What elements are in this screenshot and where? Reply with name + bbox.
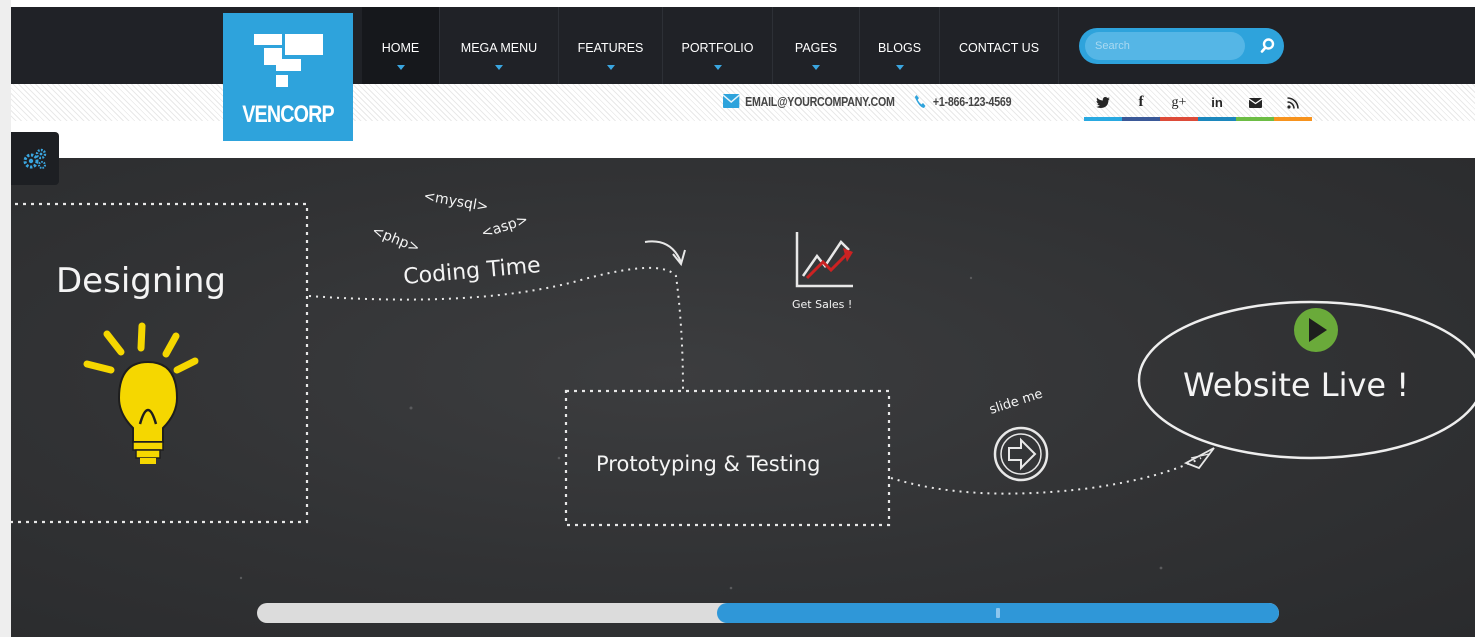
lightbulb-icon [83, 322, 199, 464]
twitter-icon [1096, 96, 1110, 108]
rss-link[interactable] [1274, 84, 1312, 121]
logo-text: VENCORP [242, 101, 334, 128]
search-input[interactable] [1085, 32, 1245, 60]
main-nav: HOME MEGA MENU FEATURES PORTFOLIO PAGES … [362, 7, 1059, 84]
designing-label: Designing [56, 261, 226, 301]
curl-arrow-icon [644, 240, 682, 263]
facebook-color-bar [1122, 117, 1160, 121]
nav-item-label: BLOGS [877, 41, 922, 55]
caret-down-icon [713, 65, 722, 70]
left-gutter [0, 0, 11, 637]
phone-text: +1-866-123-4569 [932, 93, 1012, 109]
nav-item-label: CONTACT US [958, 41, 1040, 55]
nav-item-label: HOME [381, 41, 420, 55]
caret-down-icon [396, 65, 405, 70]
nav-item-label: MEGA MENU [460, 41, 538, 55]
slide-arrow-button[interactable] [993, 426, 1049, 482]
envelope-icon [723, 94, 740, 108]
nav-item-blogs[interactable]: BLOGS [860, 7, 940, 84]
sales-chart-icon [795, 232, 853, 288]
hero-slide: Designing <php> <mysql> <asp> Coding Tim… [11, 158, 1475, 637]
settings-panel-toggle[interactable] [11, 132, 59, 185]
phone-contact[interactable]: +1-866-123-4569 [914, 92, 1012, 110]
coding-time-label: Coding Time [402, 253, 541, 290]
twitter-link[interactable] [1084, 84, 1122, 121]
linkedin-color-bar [1198, 117, 1236, 121]
nav-item-home[interactable]: HOME [362, 7, 440, 84]
prototyping-label: Prototyping & Testing [596, 452, 820, 476]
slider-grip-icon[interactable] [996, 608, 1000, 618]
get-sales-label: Get Sales ! [792, 298, 852, 311]
tag-php-label: <php> [370, 223, 422, 257]
tag-mysql-label: <mysql> [422, 188, 489, 215]
rss-icon [1287, 96, 1299, 109]
google-plus-icon: g+ [1171, 94, 1187, 110]
social-links: f g+ in [1084, 84, 1313, 121]
search-icon[interactable] [1258, 37, 1276, 55]
nav-item-label: PAGES [794, 41, 838, 55]
phone-icon [914, 94, 926, 108]
linkedin-link[interactable]: in [1198, 84, 1236, 121]
logo-mark-icon [254, 34, 323, 87]
google-plus-link[interactable]: g+ [1160, 84, 1198, 121]
nav-item-contact-us[interactable]: CONTACT US [940, 7, 1059, 84]
tag-asp-label: <asp> [479, 212, 530, 242]
search-box [1079, 28, 1284, 64]
email-color-bar [1236, 117, 1274, 121]
caret-down-icon [895, 65, 904, 70]
path-design-to-proto [308, 266, 684, 392]
nav-item-pages[interactable]: PAGES [773, 7, 860, 84]
rss-color-bar [1274, 117, 1312, 121]
caret-down-icon [812, 65, 820, 70]
facebook-icon: f [1138, 94, 1144, 110]
slide-me-label: slide me [988, 387, 1045, 418]
nav-item-features[interactable]: FEATURES [559, 7, 663, 84]
chalkboard-illustration: Designing <php> <mysql> <asp> Coding Tim… [11, 188, 1475, 590]
arrow-right-icon [1008, 437, 1037, 471]
linkedin-icon: in [1211, 95, 1223, 110]
nav-item-mega-menu[interactable]: MEGA MENU [440, 7, 559, 84]
page: VENCORP HOME MEGA MENU FEATURES PORTFOLI… [0, 0, 1475, 637]
gears-icon [23, 148, 47, 169]
nav-item-label: FEATURES [577, 41, 644, 55]
nav-item-label: PORTFOLIO [681, 41, 754, 55]
email-link[interactable] [1236, 84, 1274, 121]
email-text: EMAIL@YOURCOMPANY.COM [745, 93, 895, 109]
envelope-icon [1248, 97, 1262, 108]
slide-progress-track[interactable] [257, 603, 1279, 623]
nav-item-portfolio[interactable]: PORTFOLIO [663, 7, 773, 84]
website-live-label: Website Live ! [1183, 366, 1409, 404]
chalk-dust [239, 276, 1163, 590]
google-plus-color-bar [1160, 117, 1198, 121]
email-contact[interactable]: EMAIL@YOURCOMPANY.COM [723, 92, 895, 110]
caret-down-icon [606, 65, 615, 70]
caret-down-icon [495, 65, 503, 70]
site-logo[interactable]: VENCORP [223, 13, 353, 141]
facebook-link[interactable]: f [1122, 84, 1160, 121]
twitter-color-bar [1084, 117, 1122, 121]
